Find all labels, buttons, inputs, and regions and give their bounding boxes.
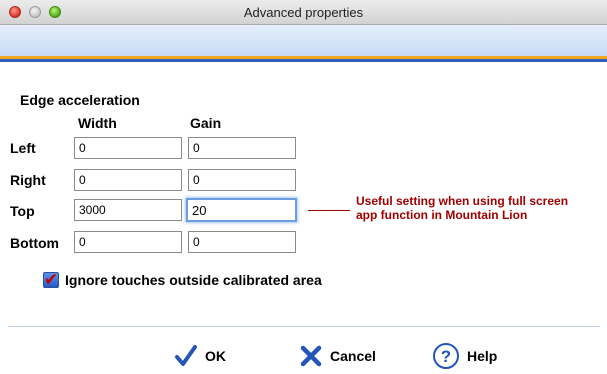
- ok-button[interactable]: OK: [174, 342, 226, 370]
- row-label-right: Right: [10, 172, 46, 188]
- cancel-button-label: Cancel: [330, 348, 376, 364]
- window-title: Advanced properties: [243, 5, 364, 20]
- svg-text:?: ?: [441, 347, 451, 366]
- ignore-touches-label[interactable]: Ignore touches outside calibrated area: [65, 272, 322, 288]
- top-width-input[interactable]: [74, 199, 182, 221]
- right-gain-input[interactable]: [188, 169, 296, 191]
- help-button-label: Help: [467, 348, 498, 364]
- row-label-left: Left: [10, 140, 36, 156]
- help-button[interactable]: ? Help: [432, 342, 497, 370]
- column-header-width: Width: [78, 115, 117, 131]
- divider: [8, 326, 600, 327]
- row-label-bottom: Bottom: [10, 235, 59, 251]
- annotation-note: Useful setting when using full screen ap…: [356, 194, 596, 222]
- title-bar: Advanced properties: [0, 0, 607, 25]
- row-label-top: Top: [10, 203, 35, 219]
- ok-button-label: OK: [205, 348, 226, 364]
- section-title: Edge acceleration: [20, 92, 140, 108]
- annotation-line-2: app function in Mountain Lion: [356, 208, 528, 222]
- annotation-pointer-line: [308, 210, 350, 211]
- bottom-gain-input[interactable]: [188, 231, 296, 253]
- header-banner: [0, 25, 607, 56]
- cancel-button[interactable]: Cancel: [299, 342, 376, 370]
- bottom-width-input[interactable]: [74, 231, 182, 253]
- question-icon: ?: [433, 343, 459, 369]
- annotation-line-1: Useful setting when using full screen: [356, 194, 569, 208]
- top-gain-input[interactable]: [186, 198, 297, 222]
- right-width-input[interactable]: [74, 169, 182, 191]
- checkmark-icon: [175, 345, 197, 366]
- checkmark-icon: ✔: [44, 270, 59, 289]
- column-header-gain: Gain: [190, 115, 222, 131]
- left-width-input[interactable]: [74, 137, 182, 159]
- header-stripe: [0, 56, 607, 62]
- left-gain-input[interactable]: [188, 137, 296, 159]
- ignore-touches-checkbox[interactable]: ✔: [43, 270, 59, 289]
- x-icon: [300, 345, 322, 367]
